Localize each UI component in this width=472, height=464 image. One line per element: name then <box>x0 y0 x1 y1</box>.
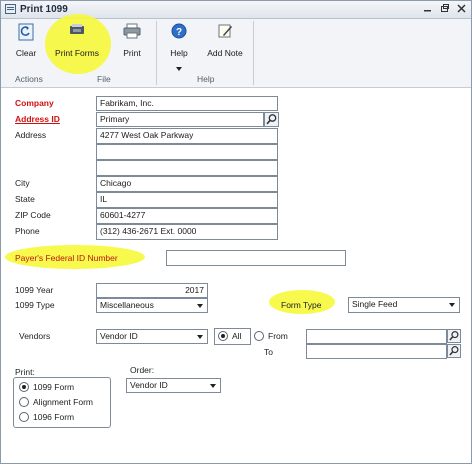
window-title: Print 1099 <box>20 4 68 15</box>
type-dropdown[interactable]: Miscellaneous <box>96 298 208 313</box>
zip-field[interactable]: 60601-4277 <box>96 208 278 224</box>
address-label: Address <box>15 130 47 140</box>
company-label: Company <box>15 98 54 108</box>
city-field[interactable]: Chicago <box>96 176 278 192</box>
print-forms-icon <box>70 24 84 34</box>
order-dropdown[interactable]: Vendor ID <box>126 378 221 393</box>
close-icon[interactable] <box>456 3 467 14</box>
magnifier-icon <box>449 346 459 356</box>
address-id-label[interactable]: Address ID <box>15 114 60 124</box>
type-value: Miscellaneous <box>100 300 154 310</box>
payer-federal-id-field[interactable] <box>166 250 346 266</box>
clear-icon <box>18 23 34 41</box>
chevron-down-icon <box>197 335 203 339</box>
clear-label: Clear <box>15 48 37 58</box>
svg-text:?: ? <box>176 27 182 38</box>
magnifier-icon <box>449 331 459 341</box>
type-label: 1099 Type <box>15 300 55 310</box>
state-label: State <box>15 194 35 204</box>
print-alignment-form-label: Alignment Form <box>33 397 93 407</box>
print-forms-button[interactable]: Print Forms <box>47 23 107 67</box>
help-icon: ? <box>171 23 187 39</box>
print-1099-form-radio[interactable] <box>19 382 29 392</box>
vendors-dropdown[interactable]: Vendor ID <box>96 329 208 344</box>
address-id-field[interactable]: Primary <box>96 112 264 127</box>
address-id-lookup-button[interactable] <box>264 112 279 127</box>
restore-icon[interactable] <box>439 3 450 14</box>
print-1096-form-label: 1096 Form <box>33 412 75 422</box>
print-1099-form-label: 1099 Form <box>33 382 75 392</box>
vendors-to-field[interactable] <box>306 344 447 359</box>
add-note-label: Add Note <box>207 48 243 58</box>
year-label: 1099 Year <box>15 285 54 295</box>
phone-field[interactable]: (312) 436-2671 Ext. 0000 <box>96 224 278 240</box>
vendors-all-label: All <box>232 331 242 341</box>
state-field[interactable]: IL <box>96 192 278 208</box>
print-1096-form-radio[interactable] <box>19 412 29 422</box>
vendors-to-lookup-button[interactable] <box>447 344 461 358</box>
print-1099-window: Print 1099 Clear Print Forms Print ? Hel… <box>0 0 472 464</box>
group-label-file: File <box>97 74 111 84</box>
printer-icon <box>123 23 141 39</box>
help-dropdown-arrow-icon[interactable] <box>176 67 182 71</box>
vendors-label: Vendors <box>19 331 51 341</box>
address-line-1[interactable]: 4277 West Oak Parkway <box>96 128 278 144</box>
note-icon <box>218 24 232 38</box>
payer-federal-id-label: Payer's Federal ID Number <box>15 253 118 263</box>
app-icon <box>5 4 16 14</box>
vendors-value: Vendor ID <box>100 331 138 341</box>
vendors-to-label: To <box>264 347 273 357</box>
group-label-actions: Actions <box>15 74 43 84</box>
form-type-dropdown[interactable]: Single Feed <box>348 297 460 313</box>
help-button[interactable]: ? Help <box>165 23 193 67</box>
phone-label: Phone <box>15 226 40 236</box>
print-alignment-form-radio[interactable] <box>19 397 29 407</box>
chevron-down-icon <box>210 384 216 388</box>
form-type-value: Single Feed <box>352 299 398 309</box>
zip-label: ZIP Code <box>15 210 51 220</box>
vendors-from-field[interactable] <box>306 329 447 344</box>
add-note-button[interactable]: Add Note <box>203 23 247 67</box>
vendors-from-label: From <box>268 331 288 341</box>
print-label: Print <box>123 48 141 58</box>
ribbon: Clear Print Forms Print ? Help Add Note … <box>1 14 471 88</box>
minimize-icon[interactable] <box>422 3 433 14</box>
print-button[interactable]: Print <box>117 23 147 67</box>
address-line-3[interactable] <box>96 160 278 176</box>
help-label: Help <box>170 48 188 58</box>
magnifier-icon <box>266 114 277 125</box>
year-field[interactable]: 2017 <box>96 283 208 298</box>
order-label: Order: <box>130 365 155 375</box>
ribbon-separator <box>156 21 157 85</box>
vendors-from-radio[interactable] <box>254 331 264 341</box>
city-label: City <box>15 178 30 188</box>
vendors-all-radio[interactable] <box>218 331 228 341</box>
chevron-down-icon <box>449 303 455 307</box>
chevron-down-icon <box>197 304 203 308</box>
print-label: Print: <box>15 367 35 377</box>
order-value: Vendor ID <box>130 380 168 390</box>
vendors-from-lookup-button[interactable] <box>447 329 461 343</box>
form-type-label: Form Type <box>281 300 322 310</box>
address-line-2[interactable] <box>96 144 278 160</box>
group-label-help: Help <box>197 74 215 84</box>
company-field[interactable]: Fabrikam, Inc. <box>96 96 278 111</box>
clear-button[interactable]: Clear <box>9 23 43 67</box>
ribbon-separator <box>253 21 254 85</box>
print-forms-label: Print Forms <box>55 48 99 58</box>
